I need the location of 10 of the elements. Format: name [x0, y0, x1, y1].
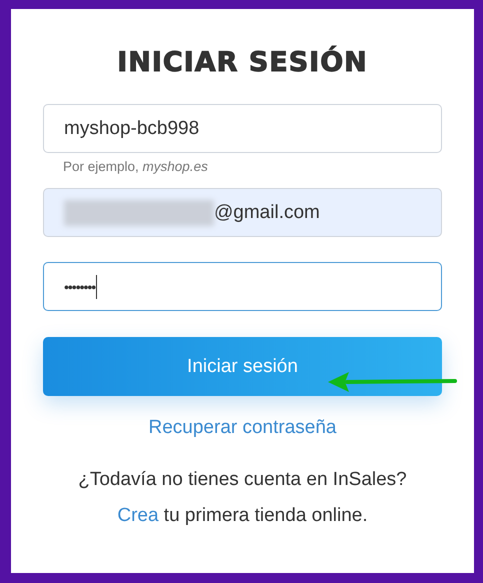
signup-question: ¿Todavía no tienes cuenta en InSales?	[77, 469, 408, 491]
password-field[interactable]: ••••••••	[43, 262, 442, 311]
shop-field[interactable]: myshop-bcb998	[43, 104, 442, 153]
recover-password-link[interactable]: Recuperar contraseña	[148, 417, 336, 439]
email-field[interactable]: @gmail.com	[43, 188, 442, 237]
create-link[interactable]: Crea	[117, 505, 159, 526]
field-hint: Por ejemplo, myshop.es	[63, 159, 209, 174]
signup-sentence: Crea tu primera tienda online.	[116, 505, 369, 527]
page-title: INICIAR SESIÓN	[116, 47, 369, 78]
text-cursor	[96, 274, 98, 298]
